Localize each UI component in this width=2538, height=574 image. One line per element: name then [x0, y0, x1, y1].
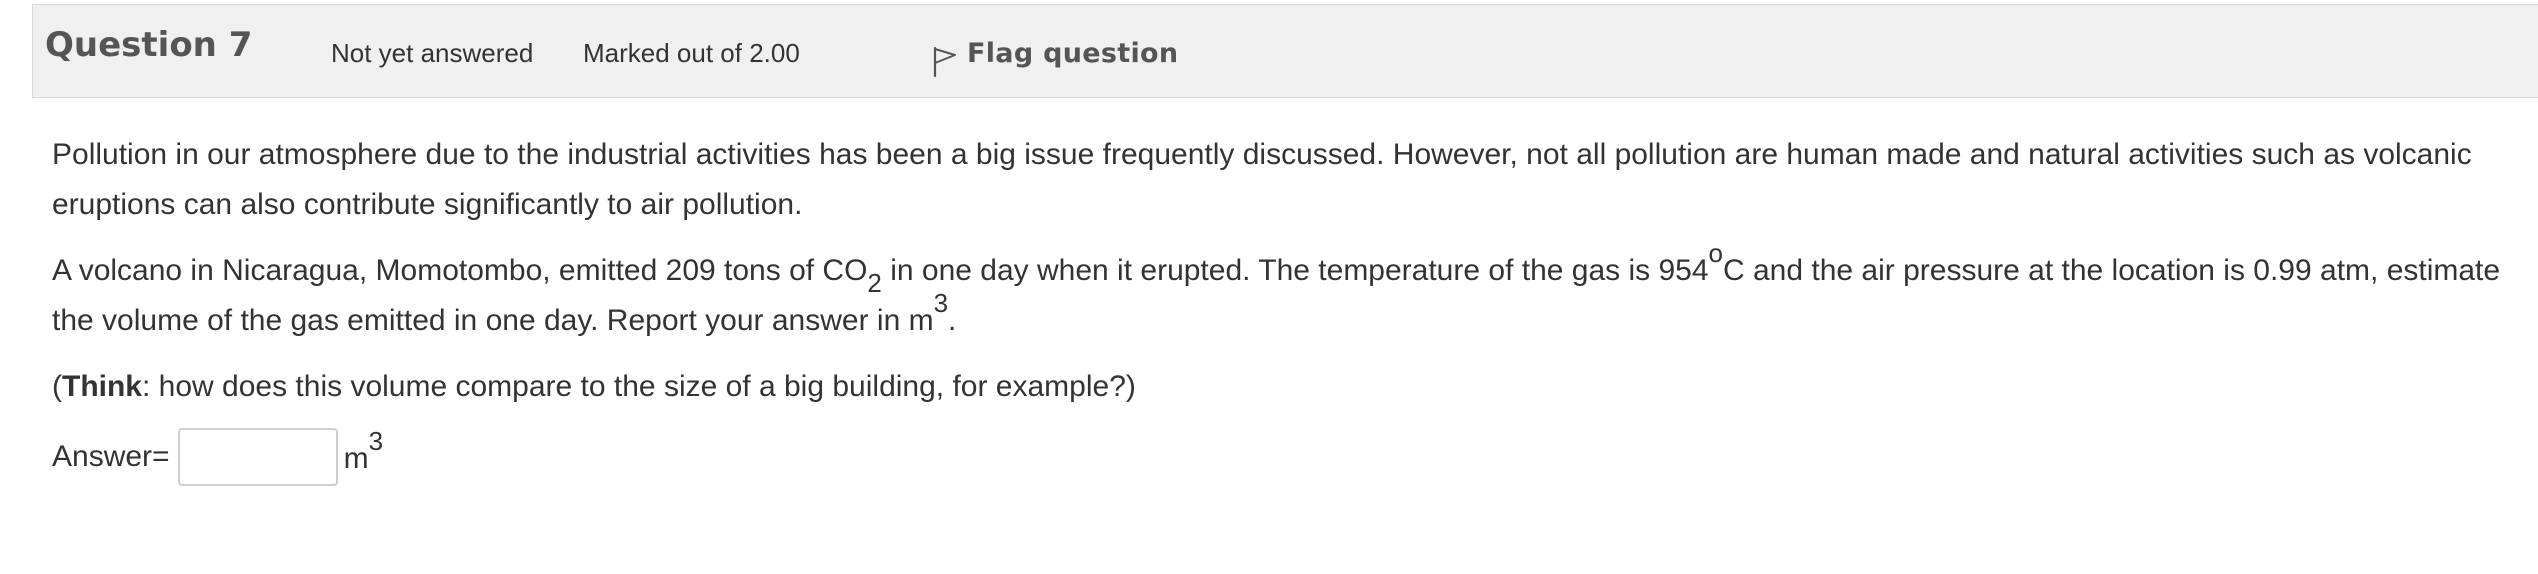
think-text: : how does this volume compare to the si… [142, 370, 1136, 403]
degree-superscript: o [1708, 238, 1723, 268]
question-grade: Marked out of 2.00 [583, 38, 800, 68]
answer-unit-superscript: 3 [368, 426, 384, 456]
question-text: Pollution in our atmosphere due to the i… [52, 130, 2522, 486]
think-open: ( [52, 370, 62, 403]
problem-text-end: . [948, 304, 957, 337]
problem-text-1: A volcano in Nicaragua, Momotombo, emitt… [52, 254, 868, 287]
answer-label: Answer= [52, 440, 170, 473]
paragraph-problem: A volcano in Nicaragua, Momotombo, emitt… [52, 240, 2522, 346]
answer-row: Answer= m3 [52, 428, 2522, 486]
problem-text-2: in one day when it erupted. The temperat… [881, 254, 1709, 287]
question-info-bar: Question 7 Not yet answered Marked out o… [32, 4, 2538, 98]
co2-subscript: 2 [867, 268, 882, 298]
paragraph-intro: Pollution in our atmosphere due to the i… [52, 138, 2472, 221]
think-keyword: Think [62, 370, 142, 403]
flag-icon [931, 44, 959, 78]
flag-question-label: Flag question [967, 37, 1179, 69]
answer-input[interactable] [177, 428, 338, 486]
cubic-superscript: 3 [933, 288, 949, 318]
flag-question-button[interactable]: Flag question [931, 33, 1179, 78]
answer-unit-base: m [343, 442, 369, 475]
paragraph-think: (Think: how does this volume compare to … [52, 362, 2522, 412]
question-number: Question 7 [45, 25, 253, 65]
question-state: Not yet answered [331, 38, 534, 68]
answer-unit: m3 [343, 428, 383, 484]
